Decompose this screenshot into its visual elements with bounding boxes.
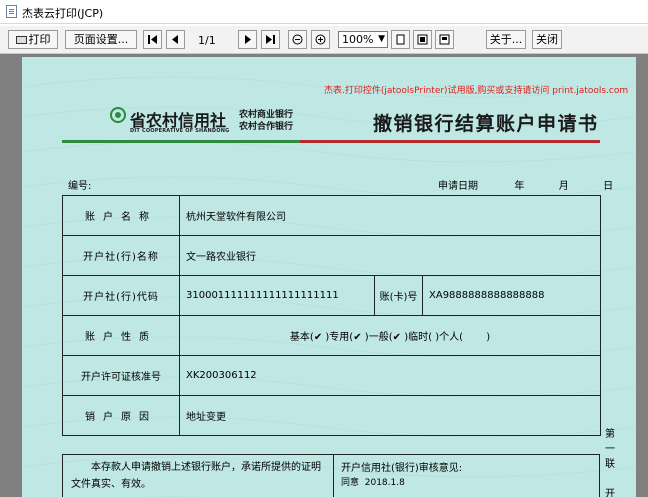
type-special: )专用( — [325, 332, 354, 343]
print-preview-area[interactable]: 杰表.打印控件(jatoolsPrinter)试用版,购买或支持请访问 prin… — [0, 54, 648, 497]
last-page-button[interactable] — [261, 30, 280, 49]
zoom-out-button[interactable] — [288, 30, 307, 49]
table-row: 开户社(行)名称 文一路农业银行 — [62, 235, 602, 276]
type-temporary: )临时( — [404, 332, 432, 343]
header-rule-green — [62, 140, 300, 143]
page-icon — [396, 34, 405, 45]
date-year: 年 — [514, 181, 525, 192]
last-page-icon — [266, 35, 275, 44]
document-icon — [6, 5, 17, 18]
print-label: 打印 — [28, 33, 51, 46]
check-icon: ✔ — [392, 332, 401, 343]
print-button[interactable]: 打印 — [8, 30, 58, 49]
table-row: 账户性质 基本(✔ )专用(✔ )一般(✔ )临时( )个人( ) — [62, 315, 602, 356]
type-end: ) — [486, 332, 491, 343]
zoom-in-icon — [315, 34, 326, 45]
license-label: 开户许可证核准号 — [62, 355, 180, 396]
bank-name-label: 开户社(行)名称 — [62, 235, 180, 276]
about-button[interactable]: 关于... — [486, 30, 526, 49]
toolbar: 打印 页面设置... 1/1 100% ▼ 关于... 关闭 — [0, 26, 648, 54]
close-button[interactable]: 关闭 — [532, 30, 562, 49]
actual-size-button[interactable] — [435, 30, 454, 49]
window-title: 杰表云打印(JCP) — [22, 7, 104, 20]
declaration-text: 本存款人申请撤销上述银行账户，承诺所提供的证明文件真实、有效。 — [71, 462, 321, 490]
page-setup-button[interactable]: 页面设置... — [65, 30, 137, 49]
fit-width-button[interactable] — [413, 30, 432, 49]
type-personal: )个人( — [435, 332, 463, 343]
document-title: 撤销银行结算账户申请书 — [373, 113, 599, 135]
document-page: 杰表.打印控件(jatoolsPrinter)试用版,购买或支持请访问 prin… — [22, 57, 636, 497]
copy-char: 一 — [605, 444, 615, 455]
previous-page-button[interactable] — [166, 30, 185, 49]
type-basic: 基本( — [289, 332, 314, 343]
check-icon: ✔ — [353, 332, 362, 343]
first-page-button[interactable] — [143, 30, 162, 49]
bank-name-value: 文一路农业银行 — [178, 235, 602, 276]
bank-code-value: 310001111111111111111111 — [179, 275, 375, 316]
card-no-label: 账(卡)号 — [374, 275, 423, 316]
account-type-options: 基本(✔ )专用(✔ )一般(✔ )临时( )个人( ) — [178, 315, 602, 356]
bank-name-english: DIT COOPERATIVE OF SHANDONG — [130, 128, 230, 134]
date-day: 日 — [603, 181, 614, 192]
copy-indicator: 第 一 联 开 — [604, 427, 616, 497]
account-name-label: 账户名称 — [62, 195, 180, 236]
review-label: 开户信用社(银行)审核意见: — [341, 463, 463, 474]
application-form-table: 账户名称 杭州天堂软件有限公司 开户社(行)名称 文一路农业银行 开户社(行)代… — [62, 195, 602, 436]
zoom-select[interactable]: 100% ▼ — [338, 31, 388, 48]
card-no-value: XA9888888888888888 — [421, 275, 602, 316]
actual-size-icon — [439, 34, 450, 45]
review-result: 同意 2018.1.8 — [341, 475, 591, 488]
bank-code-label: 开户社(行)代码 — [62, 275, 180, 316]
printer-icon — [15, 36, 27, 44]
date-month: 月 — [558, 181, 569, 192]
fit-width-icon — [417, 34, 428, 45]
first-page-icon — [148, 35, 157, 44]
copy-char: 第 — [605, 429, 615, 440]
next-icon — [245, 35, 251, 44]
previous-icon — [172, 35, 178, 44]
account-type-label: 账户性质 — [62, 315, 180, 356]
copy-char: 联 — [605, 459, 615, 470]
apply-date: 申请日期 年 月 日 — [438, 177, 613, 192]
page-indicator: 1/1 — [198, 34, 216, 47]
check-icon: ✔ — [313, 332, 323, 343]
reason-value: 地址变更 — [178, 395, 602, 436]
license-value: XK200306112 — [178, 355, 602, 396]
bank-logo — [110, 107, 126, 123]
table-row: 开户许可证核准号 XK200306112 — [62, 355, 602, 396]
header-rule-red — [300, 140, 600, 143]
type-general: )一般( — [364, 332, 393, 343]
review-date: 2018.1.8 — [364, 478, 405, 488]
declaration-cell: 本存款人申请撤销上述银行账户，承诺所提供的证明文件真实、有效。 — [62, 454, 334, 497]
zoom-value: 100% — [342, 33, 374, 46]
next-page-button[interactable] — [238, 30, 257, 49]
reason-label: 销户原因 — [62, 395, 180, 436]
review-value: 同意 — [341, 478, 360, 488]
date-label: 申请日期 — [438, 181, 478, 192]
copy-char — [604, 472, 616, 487]
trial-watermark-text: 杰表.打印控件(jatoolsPrinter)试用版,购买或支持请访问 prin… — [324, 86, 629, 96]
table-row: 销户原因 地址变更 — [62, 395, 602, 436]
number-label: 编号: — [68, 181, 92, 192]
table-row: 开户社(行)代码 310001111111111111111111 账(卡)号 … — [62, 275, 602, 316]
account-name-value: 杭州天堂软件有限公司 — [178, 195, 602, 236]
copy-char: 开 — [605, 489, 615, 497]
fit-page-button[interactable] — [391, 30, 410, 49]
zoom-in-button[interactable] — [311, 30, 330, 49]
zoom-out-icon — [292, 34, 303, 45]
bank-subtitle-2: 农村合作银行 — [239, 122, 294, 132]
review-cell: 开户信用社(银行)审核意见: 同意 2018.1.8 — [333, 454, 600, 497]
chevron-down-icon: ▼ — [378, 34, 385, 44]
table-row: 账户名称 杭州天堂软件有限公司 — [62, 195, 602, 236]
window-titlebar: 杰表云打印(JCP) — [0, 0, 648, 24]
